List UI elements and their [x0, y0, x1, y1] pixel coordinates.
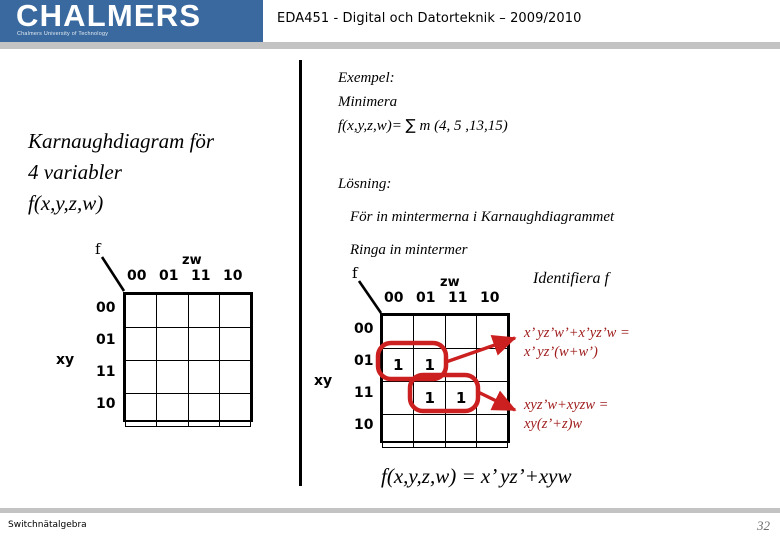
kmap-left-col-header-0: 00	[127, 268, 147, 284]
kmap-left-row-header-0: 00	[96, 300, 116, 316]
kmap-left-cell-0-1[interactable]	[156, 294, 189, 328]
kmap-left-cell-2-3[interactable]	[218, 360, 252, 394]
kmap-left-cell-3-0[interactable]	[124, 393, 158, 427]
kmap-left-cell-1-0[interactable]	[124, 327, 158, 361]
table-row: 1 1	[381, 381, 508, 415]
annotation-group-1-line-1: x’ yz’w’+x’yz’w =	[524, 325, 630, 341]
kmap-right-cell-1-0[interactable]: 1	[381, 348, 415, 382]
kmap-left-cell-3-2[interactable]	[187, 393, 220, 427]
footer-divider	[0, 508, 780, 513]
kmap-right-cell-3-2[interactable]	[444, 414, 478, 448]
slide: CHALMERS Chalmers University of Technolo…	[0, 0, 780, 540]
kmap-right-row-group-label: xy	[314, 373, 333, 389]
kmap-left-cell-2-2[interactable]	[187, 360, 220, 394]
kmap-right-col-header-0: 00	[384, 290, 404, 306]
course-title: EDA451 - Digital och Datorteknik – 2009/…	[277, 11, 582, 26]
kmap-left-row-header-2: 11	[96, 364, 116, 380]
kmap-right-cell-1-1[interactable]: 1	[413, 348, 446, 382]
kmap-left-grid	[123, 292, 253, 427]
kmap-left-cell-1-2[interactable]	[187, 327, 220, 361]
kmap-left-cell-2-1[interactable]	[156, 360, 189, 394]
left-title-line-1: Karnaughdiagram för	[28, 129, 215, 153]
table-row	[124, 360, 252, 394]
kmap-right-col-header-2: 11	[448, 290, 468, 306]
kmap-left-col-group-label: zw	[182, 253, 202, 268]
left-panel-title: Karnaughdiagram för 4 variabler f(x,y,z,…	[28, 126, 288, 219]
kmap-left-cell-3-3[interactable]	[218, 393, 252, 427]
example-expr-suffix: m (4, 5 ,13,15)	[415, 118, 508, 134]
kmap-right-cell-0-2[interactable]	[444, 315, 478, 349]
footer-section-label: Switchnätalgebra	[8, 520, 87, 530]
kmap-right-cell-3-0[interactable]	[381, 414, 415, 448]
kmap-right-row-header-0: 00	[354, 321, 374, 337]
solution-step-1: För in mintermerna i Karnaughdiagrammet	[350, 209, 615, 225]
annotation-group-2-line-2: xy(z’+z)w	[524, 416, 583, 432]
header-divider	[0, 42, 780, 49]
kmap-left-cell-0-3[interactable]	[218, 294, 252, 328]
kmap-left-cell-2-0[interactable]	[124, 360, 158, 394]
logo-wordmark: CHALMERS	[16, 0, 202, 33]
kmap-left-cell-0-2[interactable]	[187, 294, 220, 328]
example-expr-prefix: f(x,y,z,w)=	[338, 118, 406, 134]
kmap-right-cell-2-1[interactable]: 1	[413, 381, 446, 415]
kmap-right-cell-2-2[interactable]: 1	[444, 381, 478, 415]
kmap-right-row-header-3: 10	[354, 417, 374, 433]
kmap-right-cell-1-2[interactable]	[444, 348, 478, 382]
panel-divider	[299, 60, 302, 486]
solution-step-2: Ringa in mintermer	[350, 242, 468, 258]
kmap-right-cell-1-3[interactable]	[476, 348, 508, 382]
identify-label: Identifiera f	[533, 270, 609, 287]
result-expression: f(x,y,z,w) = x’ yz’+xyw	[381, 464, 572, 488]
kmap-right-grid: 1 1 1 1	[380, 313, 510, 448]
table-row	[381, 315, 508, 349]
kmap-right-cell-0-0[interactable]	[381, 315, 415, 349]
example-block: Exempel: Minimera f(x,y,z,w)= ∑ m (4, 5 …	[338, 67, 758, 139]
kmap-left-cell-1-3[interactable]	[218, 327, 252, 361]
solution-block: Lösning: För in mintermerna i Karnaughdi…	[338, 168, 768, 267]
kmap-left-row-header-3: 10	[96, 396, 116, 412]
kmap-left-cell-1-1[interactable]	[156, 327, 189, 361]
example-expression: f(x,y,z,w)= ∑ m (4, 5 ,13,15)	[338, 114, 758, 139]
logo-subtitle: Chalmers University of Technology	[17, 31, 109, 37]
summation-icon: ∑	[405, 116, 416, 134]
kmap-right-col-header-1: 01	[416, 290, 436, 306]
chalmers-logo: CHALMERS Chalmers University of Technolo…	[0, 0, 263, 42]
annotation-group-1: x’ yz’w’+x’yz’w = x’ yz’(w+w’)	[524, 324, 630, 362]
annotation-group-1-line-2: x’ yz’(w+w’)	[524, 344, 598, 360]
kmap-right-row-header-1: 01	[354, 353, 374, 369]
kmap-right-col-group-label: zw	[440, 275, 460, 290]
kmap-left-row-header-1: 01	[96, 332, 116, 348]
kmap-right-cell-0-3[interactable]	[476, 315, 508, 349]
table-row: 1 1	[381, 348, 508, 382]
annotation-group-2: xyz’w+xyzw = xy(z’+z)w	[524, 396, 608, 434]
annotation-group-2-line-1: xyz’w+xyzw =	[524, 397, 609, 413]
table-row	[381, 414, 508, 448]
slide-number: 32	[757, 518, 770, 533]
table-row	[124, 393, 252, 427]
kmap-right-cell-2-0[interactable]	[381, 381, 415, 415]
table-row	[124, 327, 252, 361]
kmap-left-diagonal-line	[100, 256, 126, 292]
kmap-left-col-header-2: 11	[191, 268, 211, 284]
table-row	[124, 294, 252, 328]
left-title-line-3: f(x,y,z,w)	[28, 191, 104, 215]
kmap-right-cell-3-1[interactable]	[413, 414, 446, 448]
header-divider-highlight	[0, 49, 780, 51]
left-title-line-2: 4 variabler	[28, 160, 122, 184]
kmap-left-cell-3-1[interactable]	[156, 393, 189, 427]
solution-heading: Lösning:	[338, 176, 392, 192]
kmap-left-cell-0-0[interactable]	[124, 294, 158, 328]
kmap-right-row-header-2: 11	[354, 385, 374, 401]
kmap-right-col-header-3: 10	[480, 290, 500, 306]
kmap-left-col-header-1: 01	[159, 268, 179, 284]
kmap-right-cell-2-3[interactable]	[476, 381, 508, 415]
kmap-left-col-header-3: 10	[223, 268, 243, 284]
kmap-right-cell-0-1[interactable]	[413, 315, 446, 349]
kmap-right-cell-3-3[interactable]	[476, 414, 508, 448]
kmap-left-row-group-label: xy	[56, 352, 75, 368]
kmap-right-diagonal-line	[357, 280, 383, 314]
example-line-2: Minimera	[338, 93, 398, 110]
example-heading: Exempel:	[338, 70, 395, 86]
